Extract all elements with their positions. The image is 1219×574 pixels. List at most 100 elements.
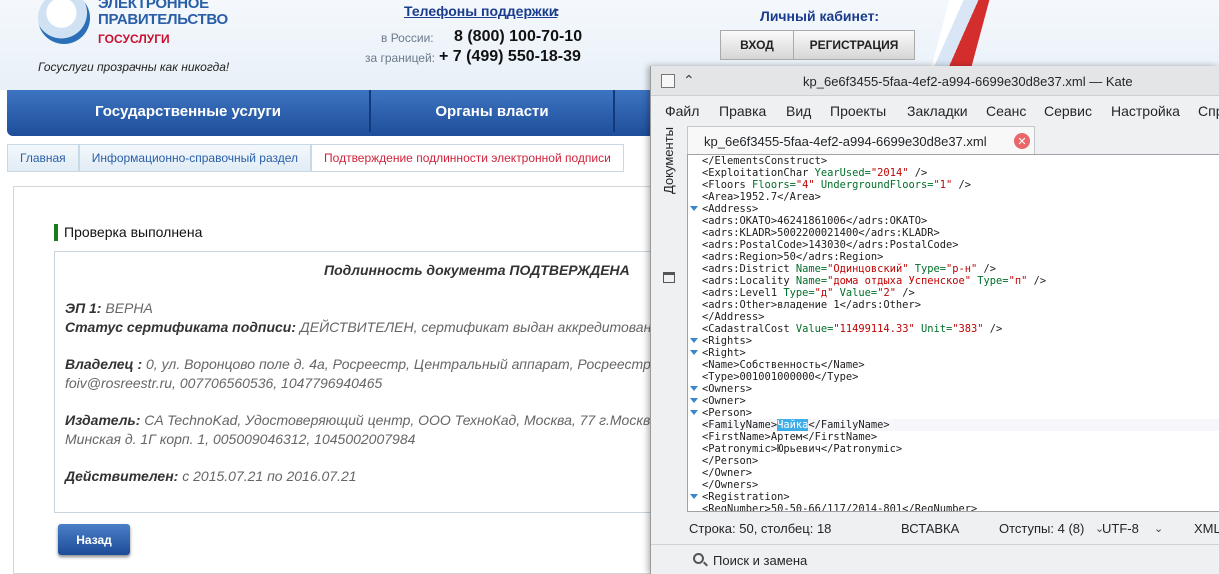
fold-marker-icon[interactable]: [690, 398, 698, 403]
code-line[interactable]: <adrs:PostalCode>143030</adrs:PostalCode…: [702, 239, 1219, 251]
cursor-position[interactable]: Строка: 50, столбец: 18: [689, 521, 831, 536]
issuer-label: Издатель:: [65, 412, 141, 428]
document-tab[interactable]: kp_6e6f3455-5faa-4ef2-a994-6699e30d8e37.…: [687, 126, 1035, 154]
owner-line-2: foiv@rosreestr.ru, 007706560536, 1047796…: [65, 375, 383, 391]
register-button[interactable]: РЕГИСТРАЦИЯ: [793, 30, 915, 60]
fold-marker-icon[interactable]: [690, 494, 698, 499]
code-line[interactable]: <adrs:Other>владение 1</adrs:Other>: [702, 299, 1219, 311]
code-line[interactable]: <CadastralCost Value="11499114.33" Unit=…: [702, 323, 1219, 335]
bottom-toolbar: Поиск и замена: [651, 544, 1219, 574]
code-line[interactable]: <Patronymic>Юрьевич</Patronymic>: [702, 443, 1219, 455]
fold-marker-icon[interactable]: [690, 410, 698, 415]
code-line[interactable]: <Name>Собственность</Name>: [702, 359, 1219, 371]
phone-abroad-label: за границей:: [365, 51, 436, 65]
cabinet-title: Личный кабинет:: [760, 8, 880, 24]
code-line[interactable]: <FirstName>Артем</FirstName>: [702, 431, 1219, 443]
fold-marker-icon[interactable]: [690, 206, 698, 211]
code-line[interactable]: <Address>: [702, 203, 1219, 215]
code-line[interactable]: </Owners>: [702, 479, 1219, 491]
nav-item-gov-services[interactable]: Государственные услуги: [7, 90, 369, 132]
screen: ЭЛЕКТРОННОЕ ПРАВИТЕЛЬСТВО ГОСУСЛУГИ Госу…: [0, 0, 1219, 574]
code-line[interactable]: <Type>001001000000</Type>: [702, 371, 1219, 383]
code-line[interactable]: </Owner>: [702, 467, 1219, 479]
code-line[interactable]: <adrs:Region>50</adrs:Region>: [702, 251, 1219, 263]
input-mode[interactable]: ВСТАВКА: [901, 521, 959, 536]
ep-value: ВЕРНА: [101, 300, 153, 316]
code-area[interactable]: </ElementsConstruct> <ExploitationChar Ye…: [702, 155, 1219, 511]
breadcrumb: Главная Информационно-справочный раздел …: [7, 144, 624, 172]
code-line[interactable]: </ElementsConstruct>: [702, 155, 1219, 167]
cert-status-line: Статус сертификата подписи: ДЕЙСТВИТЕЛЕН…: [65, 319, 651, 335]
fold-marker-icon[interactable]: [690, 338, 698, 343]
code-line[interactable]: <ExploitationChar YearUsed="2014" />: [702, 167, 1219, 179]
menu-help[interactable]: Спр: [1198, 103, 1219, 119]
syntax-mode[interactable]: XML: [1194, 521, 1219, 536]
code-line[interactable]: <Registration>: [702, 491, 1219, 503]
cert-value: ДЕЙСТВИТЕЛЕН, сертификат выдан аккредито…: [296, 319, 652, 335]
code-line[interactable]: <Rights>: [702, 335, 1219, 347]
encoding[interactable]: UTF-8: [1102, 521, 1139, 536]
kate-titlebar[interactable]: ⌃ kp_6e6f3455-5faa-4ef2-a994-6699e30d8e3…: [651, 66, 1219, 96]
code-line[interactable]: <FamilyName>Чайка</FamilyName>: [702, 419, 1219, 431]
menu-tools[interactable]: Сервис: [1044, 103, 1092, 119]
fold-marker-icon[interactable]: [690, 386, 698, 391]
logo-title[interactable]: ЭЛЕКТРОННОЕ ПРАВИТЕЛЬСТВО: [98, 0, 228, 28]
menu-bookmarks[interactable]: Закладки: [907, 103, 968, 119]
code-line[interactable]: </Address>: [702, 311, 1219, 323]
menubar: Файл Правка Вид Проекты Закладки Сеанс С…: [651, 96, 1219, 126]
code-line[interactable]: <Floors Floors="4" UndergroundFloors="1"…: [702, 179, 1219, 191]
ep-status-line: ЭП 1: ВЕРНА: [65, 300, 153, 316]
ep-label: ЭП 1:: [65, 300, 102, 316]
search-icon: [693, 553, 704, 564]
code-line[interactable]: <Area>1952.7</Area>: [702, 191, 1219, 203]
code-line[interactable]: <adrs:OKATO>46241861006</adrs:OKATO>: [702, 215, 1219, 227]
back-button[interactable]: Назад: [58, 524, 130, 555]
search-replace-button[interactable]: Поиск и замена: [713, 553, 807, 568]
status-bar: Строка: 50, столбец: 18 ВСТАВКА Отступы:…: [687, 514, 1219, 544]
breadcrumb-current: Подтверждение подлинности электронной по…: [311, 144, 624, 172]
documents-side-tab[interactable]: Документы: [661, 94, 676, 194]
fold-marker-icon[interactable]: [690, 350, 698, 355]
menu-projects[interactable]: Проекты: [830, 103, 886, 119]
phone-abroad: + 7 (499) 550-18-39: [439, 48, 581, 65]
breadcrumb-home[interactable]: Главная: [7, 144, 79, 172]
slogan: Госуслуги прозрачны как никогда!: [38, 60, 230, 74]
login-button[interactable]: ВХОД: [720, 30, 794, 60]
document-tab-label: kp_6e6f3455-5faa-4ef2-a994-6699e30d8e37.…: [704, 134, 987, 149]
code-line[interactable]: <adrs:District Name="Одинцовский" Type="…: [702, 263, 1219, 275]
code-line[interactable]: <Owners>: [702, 383, 1219, 395]
menu-edit[interactable]: Правка: [719, 103, 766, 119]
code-editor[interactable]: </ElementsConstruct> <ExploitationChar Ye…: [687, 154, 1219, 512]
code-line[interactable]: <adrs:KLADR>5002200021400</adrs:KLADR>: [702, 227, 1219, 239]
menu-settings[interactable]: Настройка: [1111, 103, 1180, 119]
code-line[interactable]: <RegNumber>50-50-66/117/2014-801</RegNum…: [702, 503, 1219, 511]
folder-icon[interactable]: [663, 272, 675, 283]
support-phones-link[interactable]: Телефоны поддержки: [404, 3, 557, 19]
issuer-line: Издатель: CA TechnoKad, Удостоверяющий ц…: [65, 412, 650, 428]
cert-label: Статус сертификата подписи:: [65, 319, 297, 335]
code-line[interactable]: <adrs:Locality Name="дома отдыха Успенск…: [702, 275, 1219, 287]
fold-gutter[interactable]: [688, 155, 702, 511]
app-menu-icon[interactable]: [661, 74, 675, 88]
window-title: kp_6e6f3455-5faa-4ef2-a994-6699e30d8e37.…: [803, 74, 1133, 89]
logo-subtitle[interactable]: ГОСУСЛУГИ: [98, 32, 170, 46]
owner-line: Владелец : 0, ул. Воронцово поле д. 4а, …: [65, 356, 651, 372]
menu-view[interactable]: Вид: [786, 103, 811, 119]
phone-ru: 8 (800) 100-70-10: [454, 28, 583, 45]
code-line[interactable]: <Owner>: [702, 395, 1219, 407]
issuer-value: CA TechnoKad, Удостоверяющий центр, ООО …: [140, 412, 651, 428]
indent-setting[interactable]: Отступы: 4 (8): [999, 521, 1084, 536]
validity-line: Действителен: с 2015.07.21 по 2016.07.21: [65, 468, 357, 484]
breadcrumb-info-section[interactable]: Информационно-справочный раздел: [78, 144, 312, 172]
menu-session[interactable]: Сеанс: [986, 103, 1026, 119]
validity-label: Действителен:: [65, 468, 179, 484]
code-line[interactable]: <Person>: [702, 407, 1219, 419]
code-line[interactable]: <Right>: [702, 347, 1219, 359]
kate-window: ⌃ kp_6e6f3455-5faa-4ef2-a994-6699e30d8e3…: [650, 66, 1219, 574]
close-tab-icon[interactable]: ✕: [1014, 133, 1030, 149]
code-line[interactable]: <adrs:Level1 Type="д" Value="2" />: [702, 287, 1219, 299]
code-line[interactable]: </Person>: [702, 455, 1219, 467]
chevron-down-icon[interactable]: ⌄: [1154, 522, 1163, 535]
nav-item-authorities[interactable]: Органы власти: [371, 90, 613, 132]
keep-above-icon[interactable]: ⌃: [683, 72, 695, 89]
